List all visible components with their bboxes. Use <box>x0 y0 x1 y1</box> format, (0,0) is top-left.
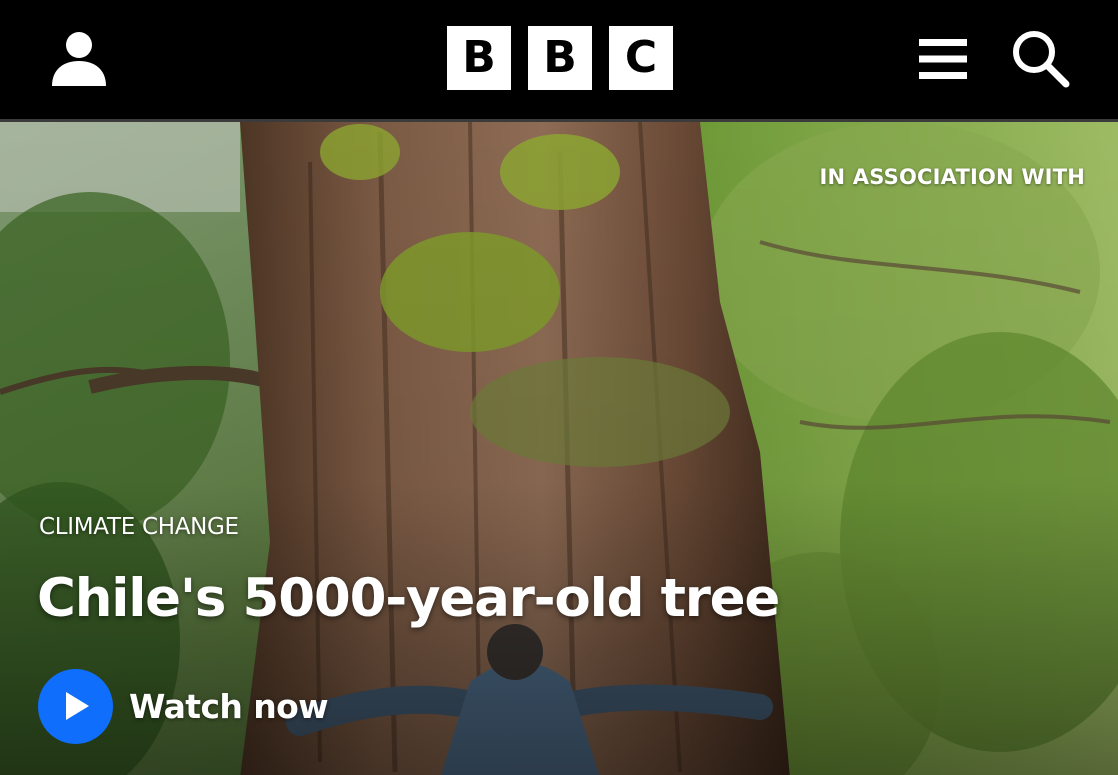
hamburger-menu-icon <box>919 39 967 79</box>
hero-video-card[interactable]: IN ASSOCIATION WITH CLIMATE CHANGE Chile… <box>0 119 1118 775</box>
play-button[interactable] <box>38 668 113 744</box>
play-icon <box>65 692 89 720</box>
site-header: B B C <box>0 0 1118 119</box>
bbc-logo[interactable]: B B C <box>447 26 673 90</box>
watch-now-label: Watch now <box>129 686 329 726</box>
watch-now-button[interactable]: Watch now <box>38 667 329 745</box>
sponsor-label: IN ASSOCIATION WITH <box>819 165 1085 189</box>
hero-headline[interactable]: Chile's 5000-year-old tree <box>37 569 780 628</box>
search-icon <box>1013 31 1070 88</box>
logo-letter: B <box>447 26 511 90</box>
account-button[interactable] <box>40 22 118 94</box>
search-button[interactable] <box>1004 22 1076 94</box>
logo-letter: C <box>609 26 673 90</box>
logo-letter: B <box>528 26 592 90</box>
user-icon <box>52 32 106 86</box>
menu-button[interactable] <box>912 28 974 90</box>
category-label[interactable]: CLIMATE CHANGE <box>39 514 239 540</box>
